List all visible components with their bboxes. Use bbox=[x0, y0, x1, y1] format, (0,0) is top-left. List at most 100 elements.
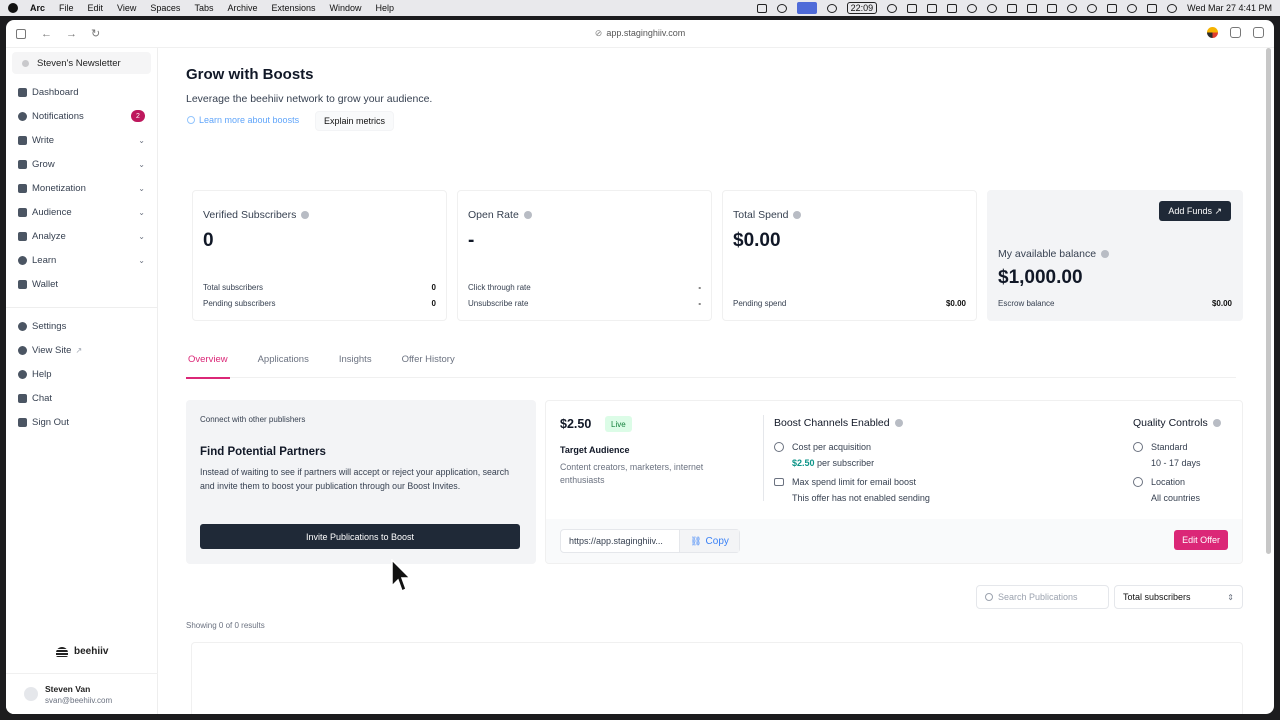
offer-link-text[interactable]: https://app.staginghiiv... bbox=[561, 530, 679, 552]
sidebar-item-audience[interactable]: Audience ⌄ bbox=[6, 200, 157, 224]
sidebar-item-dashboard[interactable]: Dashboard bbox=[6, 80, 157, 104]
status-app-icon[interactable] bbox=[947, 3, 958, 13]
sidebar-item-label: Audience bbox=[32, 206, 72, 218]
reload-icon[interactable]: ↻ bbox=[91, 28, 101, 39]
info-icon[interactable] bbox=[894, 419, 903, 427]
edit-offer-button[interactable]: Edit Offer bbox=[1174, 530, 1228, 550]
sidebar-item-monetization[interactable]: Monetization ⌄ bbox=[6, 176, 157, 200]
gear-icon[interactable] bbox=[887, 3, 898, 13]
card-value: $0.00 bbox=[733, 230, 781, 251]
stat-row: Pending subscribers 0 bbox=[203, 299, 436, 308]
chevron-down-icon: ⌄ bbox=[138, 207, 145, 217]
tab-applications[interactable]: Applications bbox=[256, 346, 311, 378]
panel-eyebrow: Connect with other publishers bbox=[200, 415, 306, 424]
pencil-icon bbox=[18, 135, 27, 145]
apple-icon[interactable] bbox=[8, 3, 18, 13]
explain-metrics-button[interactable]: Explain metrics bbox=[315, 111, 395, 131]
sidebar-item-label: View Site bbox=[32, 344, 72, 356]
external-link-icon: ↗ bbox=[75, 345, 83, 355]
sidebar-item-chat[interactable]: Chat bbox=[6, 386, 157, 410]
cpa-label: Cost per acquisition bbox=[792, 442, 872, 452]
status-app-icon[interactable] bbox=[1107, 3, 1118, 13]
bluetooth-icon[interactable] bbox=[1027, 3, 1038, 13]
reader-icon[interactable] bbox=[1230, 27, 1241, 38]
sidebar-item-analyze[interactable]: Analyze ⌄ bbox=[6, 224, 157, 248]
menu-spaces[interactable]: Spaces bbox=[150, 3, 180, 13]
status-app-icon[interactable] bbox=[756, 3, 767, 13]
menu-window[interactable]: Window bbox=[330, 3, 362, 13]
screen-record-icon[interactable] bbox=[796, 2, 817, 14]
info-icon[interactable] bbox=[1212, 419, 1221, 427]
menu-file[interactable]: File bbox=[59, 3, 74, 13]
sidebar-item-wallet[interactable]: Wallet bbox=[6, 272, 157, 296]
status-app-icon[interactable] bbox=[927, 3, 938, 13]
status-app-icon[interactable] bbox=[776, 3, 787, 13]
menu-extensions[interactable]: Extensions bbox=[271, 3, 315, 13]
info-icon[interactable] bbox=[1101, 250, 1110, 258]
notification-badge: 2 bbox=[131, 110, 145, 122]
extension-icon[interactable] bbox=[1207, 27, 1218, 38]
status-app-icon[interactable] bbox=[967, 3, 978, 13]
sidebar-item-learn[interactable]: Learn ⌄ bbox=[6, 248, 157, 272]
menu-app-name[interactable]: Arc bbox=[30, 3, 45, 13]
sidebar-item-sign-out[interactable]: Sign Out bbox=[6, 410, 157, 434]
tab-insights[interactable]: Insights bbox=[337, 346, 374, 378]
publication-switcher[interactable]: Steven's Newsletter bbox=[12, 52, 151, 74]
publication-name: Steven's Newsletter bbox=[37, 57, 121, 69]
menu-clock[interactable]: Wed Mar 27 4:41 PM bbox=[1187, 3, 1272, 13]
sidebar-item-grow[interactable]: Grow ⌄ bbox=[6, 152, 157, 176]
search-icon[interactable] bbox=[1127, 3, 1138, 13]
tab-overview[interactable]: Overview bbox=[186, 346, 230, 379]
sidebar-toggle-icon[interactable] bbox=[16, 28, 26, 39]
split-view-icon[interactable] bbox=[1253, 27, 1264, 38]
status-app-icon[interactable] bbox=[987, 3, 998, 13]
location-value: All countries bbox=[1151, 493, 1201, 503]
user-menu[interactable]: Steven Van svan@beehiiv.com bbox=[6, 673, 158, 714]
quality-controls-title: Quality Controls bbox=[1133, 417, 1221, 429]
add-funds-button[interactable]: Add Funds ↗ bbox=[1159, 201, 1231, 221]
card-title-text: Verified Subscribers bbox=[203, 209, 297, 221]
target-audience-title: Target Audience bbox=[560, 445, 630, 455]
menu-view[interactable]: View bbox=[117, 3, 136, 13]
sidebar-item-notifications[interactable]: Notifications 2 bbox=[6, 104, 157, 128]
status-app-icon[interactable] bbox=[1007, 3, 1018, 13]
sidebar-item-view-site[interactable]: View Site ↗ bbox=[6, 338, 157, 362]
card-title: Verified Subscribers bbox=[203, 209, 310, 221]
status-app-icon[interactable] bbox=[907, 3, 918, 13]
sidebar-item-write[interactable]: Write ⌄ bbox=[6, 128, 157, 152]
user-email: svan@beehiiv.com bbox=[45, 695, 113, 705]
invite-publications-button[interactable]: Invite Publications to Boost bbox=[200, 524, 520, 549]
wifi-icon[interactable] bbox=[1087, 3, 1098, 13]
sort-select[interactable]: Total subscribers ⇕ bbox=[1114, 585, 1243, 609]
menu-archive[interactable]: Archive bbox=[227, 3, 257, 13]
menu-edit[interactable]: Edit bbox=[88, 3, 104, 13]
scrollbar[interactable] bbox=[1266, 48, 1271, 554]
info-icon[interactable] bbox=[793, 211, 802, 219]
timer-display[interactable]: 22:09 bbox=[846, 2, 878, 14]
siri-icon[interactable] bbox=[1167, 3, 1178, 13]
sidebar-item-help[interactable]: Help bbox=[6, 362, 157, 386]
back-icon[interactable]: ← bbox=[41, 28, 52, 39]
status-app-icon[interactable] bbox=[1047, 3, 1058, 13]
forward-icon[interactable]: → bbox=[66, 28, 77, 39]
globe-icon bbox=[18, 345, 27, 355]
info-icon[interactable] bbox=[301, 211, 310, 219]
info-icon[interactable] bbox=[523, 211, 532, 219]
panel-description: Instead of waiting to see if partners wi… bbox=[200, 467, 510, 491]
play-icon[interactable] bbox=[1067, 3, 1078, 13]
control-center-icon[interactable] bbox=[1147, 3, 1158, 13]
menu-tabs[interactable]: Tabs bbox=[194, 3, 213, 13]
record-icon[interactable] bbox=[826, 3, 837, 13]
brand-logo[interactable]: beehiiv bbox=[56, 646, 108, 657]
tab-offer-history[interactable]: Offer History bbox=[400, 346, 457, 378]
learn-more-link[interactable]: Learn more about boosts bbox=[187, 115, 299, 125]
sidebar-item-label: Dashboard bbox=[32, 86, 79, 98]
macos-menu-bar: Arc File Edit View Spaces Tabs Archive E… bbox=[0, 0, 1280, 16]
standard-row: Standard bbox=[1133, 442, 1188, 452]
search-input[interactable]: Search Publications bbox=[976, 585, 1109, 609]
copy-link-button[interactable]: ⛓ Copy bbox=[679, 530, 739, 552]
menu-help[interactable]: Help bbox=[376, 3, 395, 13]
mail-icon bbox=[774, 478, 784, 486]
max-spend-label: Max spend limit for email boost bbox=[792, 477, 917, 487]
sidebar-item-settings[interactable]: Settings bbox=[6, 314, 157, 338]
